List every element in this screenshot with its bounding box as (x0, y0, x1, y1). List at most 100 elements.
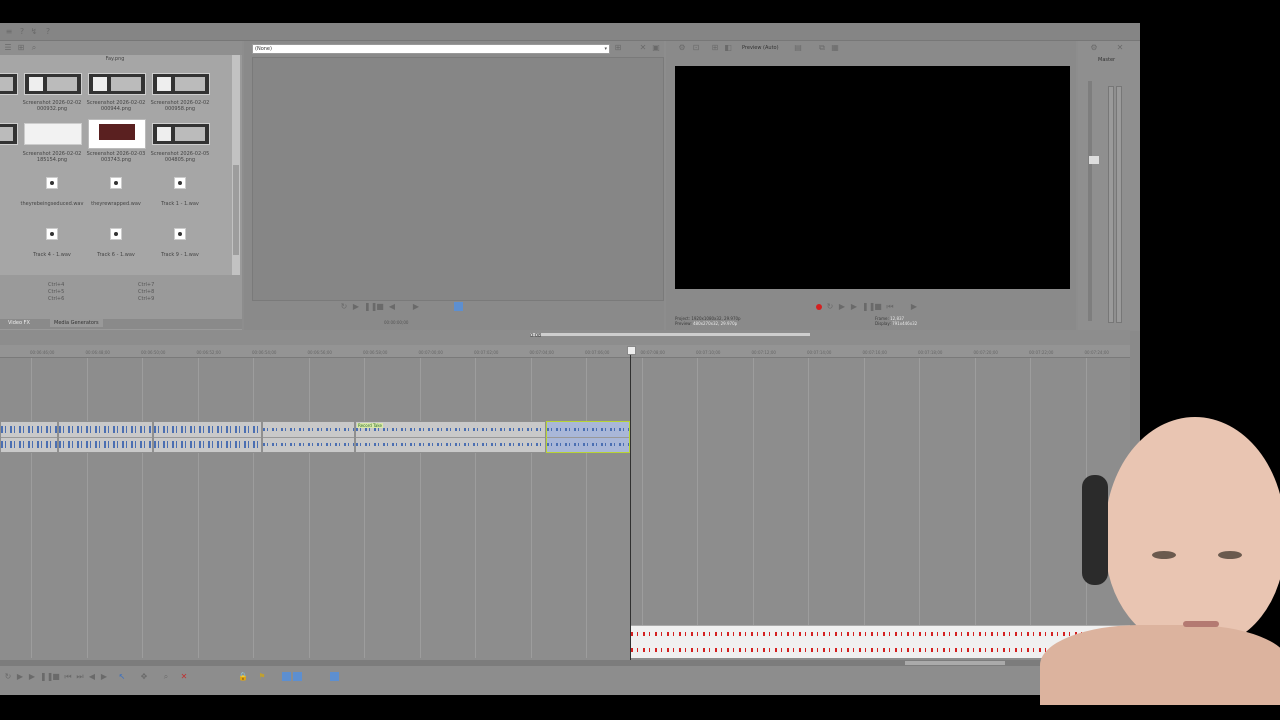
go-to-end-icon[interactable]: ⏭ (76, 673, 84, 681)
media-grid: Fay.png Screenshot 2026-02-02 000932.png… (0, 55, 232, 275)
settings-icon[interactable]: ⚙ (678, 44, 686, 52)
shortcut: Ctrl+9 (138, 296, 155, 302)
media-thumb-doc[interactable] (24, 123, 82, 145)
split-screen-icon[interactable]: ⊞ (711, 44, 719, 52)
auto-ripple-button[interactable] (293, 672, 302, 681)
media-thumb[interactable] (24, 73, 82, 95)
go-to-start-icon[interactable]: ⏮ (64, 673, 72, 681)
ruler-tick-label: 00:07:16;00 (862, 350, 887, 355)
next-frame-icon[interactable]: ▶ (100, 673, 108, 681)
play-icon[interactable]: ▶ (850, 303, 858, 311)
save-snapshot-icon[interactable]: ▦ (831, 44, 839, 52)
stop-icon[interactable]: ■ (52, 673, 60, 681)
play-icon[interactable]: ▶ (352, 303, 360, 311)
trimmer-display[interactable] (252, 57, 664, 301)
trimmer-undock-icon[interactable]: ▣ (652, 44, 660, 52)
zoom-tool-icon[interactable]: ⌕ (162, 673, 170, 681)
audio-clip[interactable] (58, 421, 153, 453)
audio-clip[interactable] (0, 421, 58, 453)
prev-frame-icon[interactable]: ◀ (388, 303, 396, 311)
external-monitor-icon[interactable]: ⊡ (692, 44, 700, 52)
menu-icon[interactable]: ≡ (5, 28, 13, 36)
copy-snapshot-icon[interactable]: ⧉ (818, 44, 826, 52)
timeline-scroll-bar[interactable] (530, 333, 810, 336)
loop-icon[interactable]: ↻ (4, 673, 12, 681)
loop-icon[interactable]: ↻ (340, 303, 348, 311)
audio-clip[interactable] (262, 421, 355, 453)
preview-quality-select[interactable]: Preview (Auto) (742, 45, 779, 51)
grid-line (752, 358, 754, 658)
overlay-icon[interactable]: ◧ (724, 44, 732, 52)
media-thumb[interactable] (0, 73, 18, 95)
fader-handle[interactable] (1089, 156, 1099, 164)
media-thumb[interactable] (0, 123, 18, 145)
timeline-ruler[interactable] (0, 345, 1130, 358)
video-preview-panel: ⚙ ⊡ ⊞ ◧ Preview (Auto) ▤ ⧉ ▦ ↻ ▶ ▶ ❚❚ ■ … (666, 41, 1076, 330)
trimmer-clear-icon[interactable]: ✕ (639, 44, 647, 52)
grid-line (808, 358, 809, 658)
scroll-thumb[interactable] (233, 165, 239, 255)
prev-frame-icon[interactable]: ⏮ (886, 303, 894, 311)
play-from-start-icon[interactable]: ▶ (838, 303, 846, 311)
trimmer-option-icon[interactable]: ⊞ (614, 44, 622, 52)
media-thumb[interactable] (152, 73, 210, 95)
shortcut: Ctrl+4 (48, 282, 65, 288)
playhead-handle[interactable] (627, 346, 636, 355)
master-bus-panel: ⚙ ✕ Master (1078, 41, 1140, 330)
trimmer-mode-button[interactable] (454, 302, 463, 311)
trimmer-source-select[interactable]: (None) ▾ (252, 44, 610, 54)
crossfade-button[interactable] (330, 672, 339, 681)
media-thumb[interactable] (88, 73, 146, 95)
media-thumb-selected[interactable] (88, 119, 146, 149)
whats-this-icon[interactable]: ? (44, 28, 52, 36)
settings-icon[interactable]: ⚙ (1090, 44, 1098, 52)
play-icon[interactable]: ▶ (28, 673, 36, 681)
next-frame-icon[interactable]: ▶ (910, 303, 918, 311)
preview-display (675, 66, 1070, 289)
media-thumb[interactable] (152, 123, 210, 145)
pause-icon[interactable]: ❚❚ (40, 673, 53, 681)
view-list-icon[interactable]: ☰ (4, 44, 12, 52)
play-from-start-icon[interactable]: ▶ (16, 673, 24, 681)
stop-icon[interactable]: ■ (376, 303, 384, 311)
tab-media-generators[interactable]: Media Generators (50, 319, 103, 327)
audio-clip[interactable] (153, 421, 262, 453)
search-icon[interactable]: ⌕ (30, 44, 38, 52)
lock-icon[interactable]: 🔒 (238, 673, 248, 681)
audio-file-icon[interactable] (110, 228, 122, 240)
playhead[interactable] (630, 346, 631, 660)
delete-icon[interactable]: ✕ (180, 673, 188, 681)
audio-clip[interactable]: Record Take (355, 421, 546, 453)
next-frame-icon[interactable]: ▶ (412, 303, 420, 311)
tab-video-fx[interactable]: Video FX (8, 320, 30, 326)
close-icon[interactable]: ✕ (1116, 44, 1124, 52)
audio-file-icon[interactable] (110, 177, 122, 189)
grid-line (308, 358, 310, 658)
help-icon[interactable]: ? (18, 28, 26, 36)
audio-file-icon[interactable] (174, 177, 186, 189)
normal-edit-tool-icon[interactable]: ↖ (118, 673, 126, 681)
audio-file-icon[interactable] (174, 228, 186, 240)
snapping-button[interactable] (282, 672, 291, 681)
preview-label: Preview: (675, 321, 692, 326)
stop-icon[interactable]: ■ (874, 303, 882, 311)
pause-icon[interactable]: ❚❚ (364, 303, 377, 311)
record-button[interactable] (816, 304, 822, 310)
marker-icon[interactable]: ⚑ (258, 673, 266, 681)
snap-icon[interactable]: ↯ (30, 28, 38, 36)
prev-frame-icon[interactable]: ◀ (88, 673, 96, 681)
loop-icon[interactable]: ↻ (826, 303, 834, 311)
audio-file-icon[interactable] (46, 177, 58, 189)
envelope-tool-icon[interactable]: ✥ (140, 673, 148, 681)
master-fader[interactable] (1088, 81, 1092, 321)
audio-clip-selected[interactable] (546, 421, 630, 453)
hscroll-thumb[interactable] (905, 661, 1005, 665)
media-label: Screenshot 2026-02-02 000958.png (150, 100, 210, 112)
zoom-icon[interactable]: ⊞ (17, 44, 25, 52)
grid-line (31, 358, 32, 658)
media-scrollbar[interactable] (232, 55, 240, 275)
timeline-hscroll[interactable] (0, 660, 1130, 666)
audio-file-icon[interactable] (46, 228, 58, 240)
pause-icon[interactable]: ❚❚ (862, 303, 875, 311)
grid-icon[interactable]: ▤ (794, 44, 802, 52)
